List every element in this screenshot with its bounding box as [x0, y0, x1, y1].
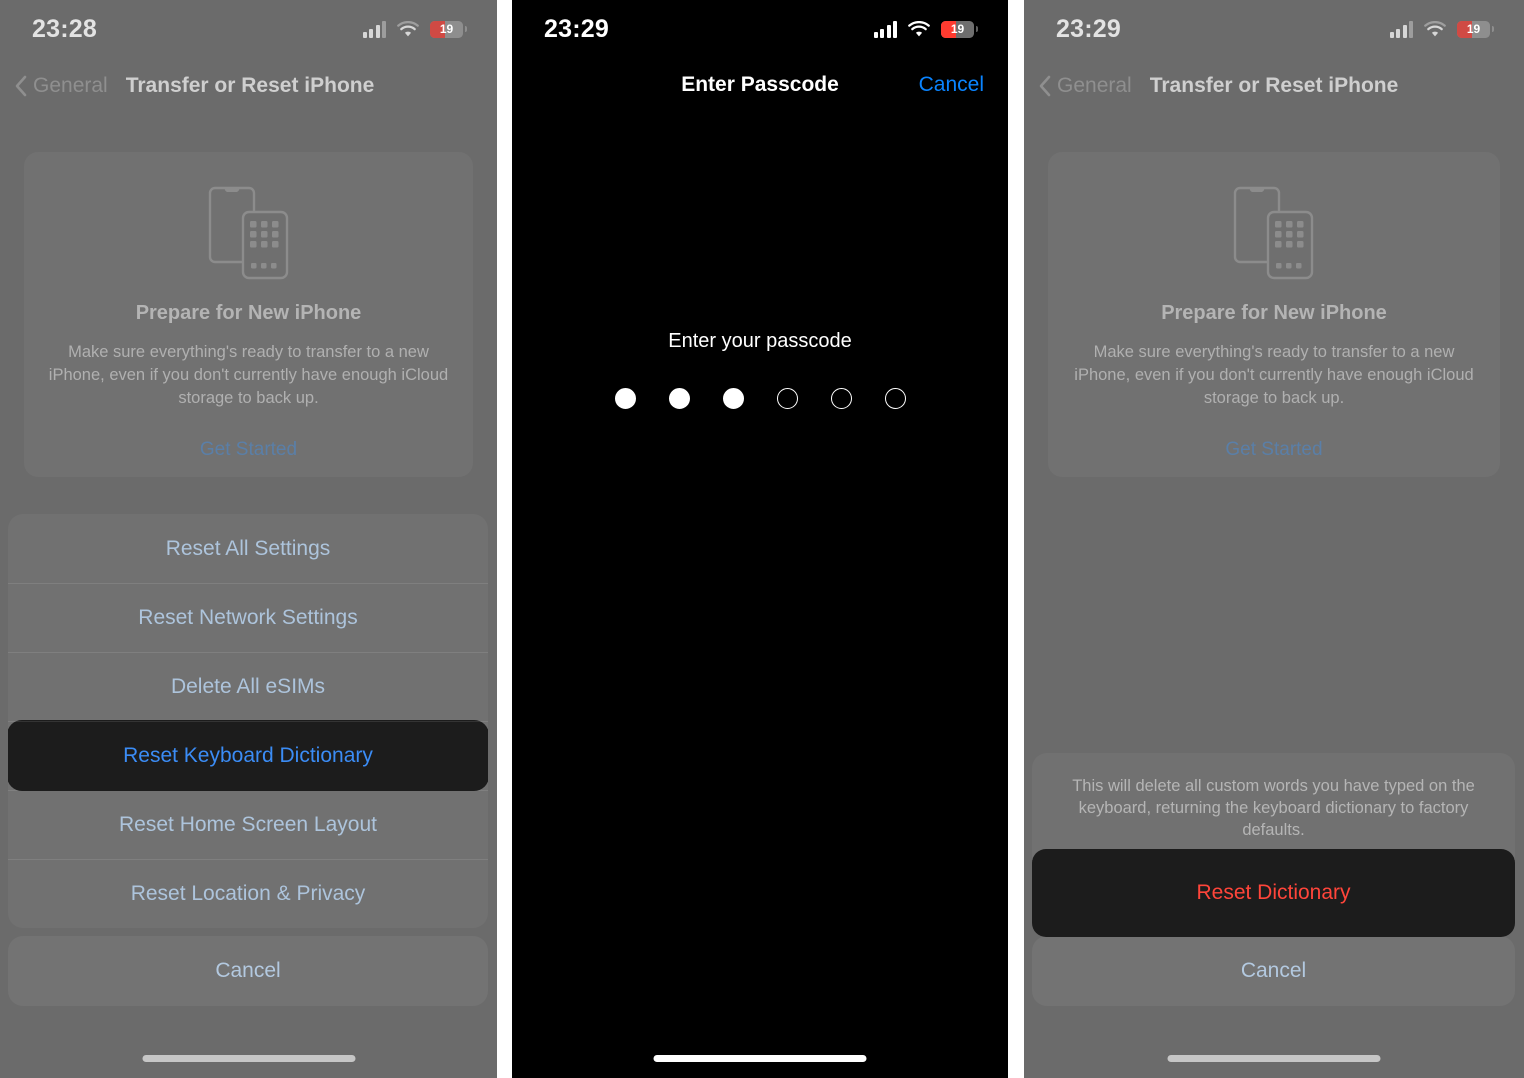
passcode-dot — [830, 388, 852, 409]
passcode-entry-area: Enter your passcode — [512, 330, 1008, 409]
page-title: Transfer or Reset iPhone — [125, 74, 375, 97]
status-clock: 23:29 — [544, 14, 609, 43]
back-button[interactable]: General — [1038, 74, 1132, 98]
status-bar: 23:28 19 — [0, 0, 497, 58]
get-started-link[interactable]: Get Started — [24, 439, 473, 461]
action-reset-network-settings[interactable]: Reset Network Settings — [8, 583, 488, 652]
battery-percent: 19 — [1466, 21, 1481, 36]
status-indicators: 19 — [362, 20, 467, 38]
action-reset-home-screen-layout[interactable]: Reset Home Screen Layout — [8, 790, 488, 859]
passcode-dot — [668, 388, 690, 409]
action-reset-all-settings[interactable]: Reset All Settings — [8, 514, 488, 583]
passcode-dot — [776, 388, 798, 409]
home-indicator[interactable] — [653, 1055, 867, 1062]
back-button[interactable]: General — [14, 74, 108, 98]
battery-icon: 19 — [1457, 20, 1494, 38]
action-sheet-cancel-button[interactable]: Cancel — [8, 936, 488, 1006]
card-body: Make sure everything's ready to transfer… — [48, 343, 449, 407]
status-bar: 23:29 19 — [512, 0, 1008, 58]
panel-divider-2 — [1008, 0, 1024, 1078]
back-button-label: General — [1057, 74, 1132, 97]
reset-dictionary-button[interactable]: Reset Dictionary — [1032, 849, 1515, 937]
panel-enter-passcode: 23:29 19 Enter Passcode Cancel Enter you… — [512, 0, 1008, 1078]
two-iphones-icon — [189, 176, 309, 288]
panel-confirm-reset-dictionary: 23:29 19 General Transfer or Reset iPhon… — [1024, 0, 1524, 1078]
passcode-prompt: Enter your passcode — [668, 330, 852, 352]
screenshot-stage: 23:28 19 General Transfer or Reset iPhon… — [0, 0, 1524, 1078]
nav-bar: General Transfer or Reset iPhone — [0, 64, 497, 108]
get-started-link[interactable]: Get Started — [1048, 439, 1500, 461]
passcode-dot — [884, 388, 906, 409]
reset-action-sheet: Reset All Settings Reset Network Setting… — [8, 514, 488, 1006]
cellular-signal-icon — [1389, 20, 1413, 38]
action-delete-all-esims[interactable]: Delete All eSIMs — [8, 652, 488, 721]
home-indicator[interactable] — [1167, 1055, 1381, 1062]
page-title: Transfer or Reset iPhone — [1149, 74, 1399, 97]
passcode-dot — [614, 388, 636, 409]
action-reset-keyboard-dictionary[interactable]: Reset Keyboard Dictionary — [8, 721, 488, 790]
confirm-cancel-button[interactable]: Cancel — [1032, 936, 1515, 1006]
panel-divider-1 — [497, 0, 512, 1078]
chevron-left-icon — [14, 75, 27, 97]
panel-reset-options: 23:28 19 General Transfer or Reset iPhon… — [0, 0, 497, 1078]
wifi-icon — [908, 20, 930, 38]
status-clock: 23:29 — [1056, 14, 1121, 43]
wifi-icon — [1424, 20, 1446, 38]
nav-bar: General Transfer or Reset iPhone — [1024, 64, 1524, 108]
action-sheet-options: Reset All Settings Reset Network Setting… — [8, 514, 488, 928]
battery-percent: 19 — [439, 21, 454, 36]
status-clock: 23:28 — [32, 14, 97, 43]
battery-icon: 19 — [430, 20, 467, 38]
action-reset-location-privacy[interactable]: Reset Location & Privacy — [8, 859, 488, 928]
prepare-for-new-iphone-card: Prepare for New iPhone Make sure everyth… — [24, 152, 473, 477]
battery-percent: 19 — [950, 21, 965, 36]
card-title: Prepare for New iPhone — [1161, 302, 1387, 324]
two-iphones-icon — [1214, 176, 1334, 288]
status-indicators: 19 — [873, 20, 978, 38]
cellular-signal-icon — [873, 20, 897, 38]
card-title: Prepare for New iPhone — [135, 302, 362, 324]
prepare-for-new-iphone-card: Prepare for New iPhone Make sure everyth… — [1048, 152, 1500, 477]
battery-icon: 19 — [941, 20, 978, 38]
confirm-message: This will delete all custom words you ha… — [1072, 777, 1475, 839]
back-button-label: General — [33, 74, 108, 97]
passcode-dots — [614, 388, 906, 409]
reset-dictionary-confirm-sheet: This will delete all custom words you ha… — [1032, 753, 1515, 1006]
passcode-title: Enter Passcode — [681, 73, 839, 96]
wifi-icon — [397, 20, 419, 38]
cellular-signal-icon — [362, 20, 386, 38]
passcode-dot — [722, 388, 744, 409]
status-bar: 23:29 19 — [1024, 0, 1524, 58]
passcode-nav-bar: Enter Passcode Cancel — [512, 62, 1008, 108]
passcode-cancel-button[interactable]: Cancel — [919, 73, 984, 97]
card-body: Make sure everything's ready to transfer… — [1074, 343, 1474, 407]
chevron-left-icon — [1038, 75, 1051, 97]
home-indicator[interactable] — [142, 1055, 355, 1062]
status-indicators: 19 — [1389, 20, 1494, 38]
